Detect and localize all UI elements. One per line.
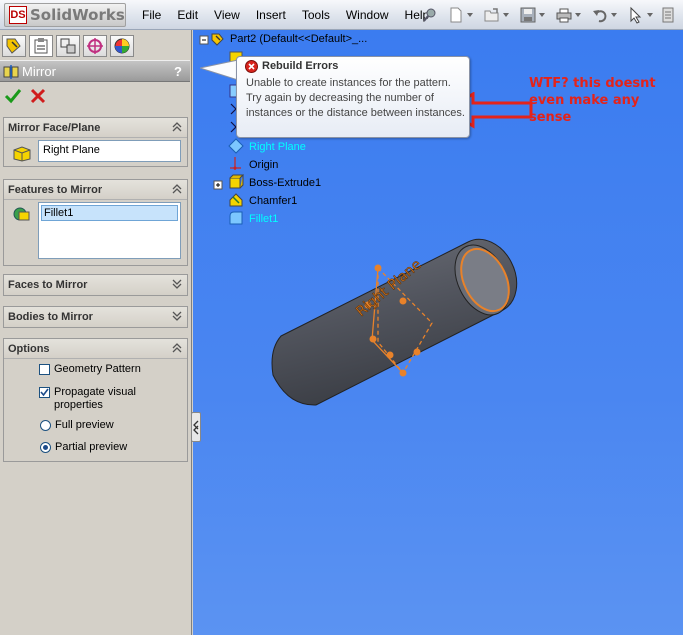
chevron-up-icon[interactable] — [171, 121, 183, 133]
panel-collapse-handle[interactable] — [191, 412, 201, 442]
print-dropdown-arrow[interactable] — [575, 13, 581, 17]
save-icon[interactable] — [519, 6, 537, 24]
pin-icon[interactable] — [421, 6, 439, 24]
propagate-visual-label-line2: properties — [54, 399, 103, 411]
tab-property-manager[interactable] — [29, 35, 53, 57]
group-header[interactable]: Bodies to Mirror — [4, 307, 187, 327]
new-document-icon[interactable] — [447, 6, 465, 24]
property-manager-icon — [34, 38, 48, 54]
group-bodies-to-mirror: Bodies to Mirror — [3, 306, 188, 328]
mirror-plane-field[interactable]: Right Plane — [38, 140, 181, 162]
property-manager-title: Mirror — [22, 64, 56, 79]
chevron-down-icon[interactable] — [171, 278, 183, 290]
group-faces-to-mirror: Faces to Mirror — [3, 274, 188, 296]
group-header[interactable]: Features to Mirror — [4, 180, 187, 200]
group-mirror-face-plane: Mirror Face/Plane Right Plane — [3, 117, 188, 167]
list-item-fillet1[interactable]: Fillet1 — [41, 205, 178, 221]
tab-display-manager[interactable] — [110, 35, 134, 57]
menu-tools[interactable]: Tools — [294, 8, 338, 22]
cancel-x-icon[interactable] — [29, 87, 47, 105]
chevron-left-icon — [193, 420, 199, 435]
propagate-visual-label: Propagate visual — [54, 386, 136, 398]
plane-face-icon — [13, 146, 31, 162]
ds-logo-icon: DS — [9, 6, 27, 24]
tooltip-pointer — [200, 59, 239, 81]
features-selection-icon — [13, 207, 30, 221]
group-options: Options Geometry Pattern Propagate visua… — [3, 338, 188, 462]
group-title: Features to Mirror — [8, 184, 103, 196]
select-pointer-icon[interactable] — [627, 6, 645, 24]
app-name: SolidWorks — [30, 6, 125, 24]
tab-configuration-manager[interactable] — [56, 35, 80, 57]
main-menu: File Edit View Insert Tools Window Help — [134, 0, 437, 30]
feature-tree-icon — [6, 38, 21, 54]
geometry-pattern-label: Geometry Pattern — [54, 363, 141, 375]
dimxpert-icon — [87, 38, 103, 54]
group-title: Options — [8, 343, 50, 355]
ok-checkmark-icon[interactable] — [4, 87, 22, 105]
tooltip-message: Unable to create instances for the patte… — [246, 77, 465, 119]
group-title: Mirror Face/Plane — [8, 122, 101, 134]
property-manager-panel: Mirror ? Mirror Face/Plane Right Plane F… — [0, 30, 192, 635]
user-annotation-text: WTF? this doesnt even make any sense — [529, 76, 656, 125]
group-title: Bodies to Mirror — [8, 311, 93, 323]
tab-feature-manager[interactable] — [2, 35, 26, 57]
configuration-icon — [60, 38, 76, 54]
full-preview-radio[interactable] — [40, 420, 51, 431]
help-button[interactable]: ? — [174, 64, 182, 79]
group-header[interactable]: Mirror Face/Plane — [4, 118, 187, 138]
panel-tab-strip — [0, 33, 192, 59]
menu-edit[interactable]: Edit — [169, 8, 206, 22]
chevron-down-icon[interactable] — [171, 310, 183, 322]
menu-view[interactable]: View — [206, 8, 248, 22]
menu-file[interactable]: File — [134, 8, 169, 22]
undo-dropdown-arrow[interactable] — [611, 13, 617, 17]
error-icon — [245, 60, 258, 73]
property-manager-header: Mirror ? — [0, 60, 190, 82]
mirror-feature-icon — [3, 65, 19, 79]
menu-insert[interactable]: Insert — [248, 8, 294, 22]
tab-dimxpert[interactable] — [83, 35, 107, 57]
menu-window[interactable]: Window — [338, 8, 397, 22]
rebuild-errors-tooltip: Rebuild Errors Unable to create instance… — [236, 56, 470, 138]
geometry-pattern-checkbox[interactable] — [39, 364, 50, 375]
chevron-up-icon[interactable] — [171, 342, 183, 354]
options-icon[interactable] — [661, 6, 675, 24]
cylinder-body[interactable] — [271, 236, 520, 406]
checkmark-icon — [40, 388, 49, 397]
select-dropdown-arrow[interactable] — [647, 13, 653, 17]
features-listbox[interactable]: Fillet1 — [38, 202, 181, 259]
display-manager-icon — [114, 38, 130, 54]
propagate-visual-checkbox[interactable] — [39, 387, 50, 398]
partial-preview-radio[interactable] — [40, 442, 51, 453]
full-preview-label: Full preview — [55, 419, 114, 431]
group-title: Faces to Mirror — [8, 279, 88, 291]
undo-icon[interactable] — [591, 6, 609, 24]
group-features-to-mirror: Features to Mirror Fillet1 — [3, 179, 188, 266]
open-dropdown-arrow[interactable] — [503, 13, 509, 17]
open-icon[interactable] — [483, 6, 501, 24]
group-header[interactable]: Faces to Mirror — [4, 275, 187, 295]
chevron-up-icon[interactable] — [171, 183, 183, 195]
save-dropdown-arrow[interactable] — [539, 13, 545, 17]
print-icon[interactable] — [555, 6, 573, 24]
new-dropdown-arrow[interactable] — [467, 13, 473, 17]
menu-bar: DS SolidWorks File Edit View Insert Tool… — [0, 0, 683, 30]
group-header[interactable]: Options — [4, 339, 187, 359]
partial-preview-label: Partial preview — [55, 441, 128, 453]
tooltip-title: Rebuild Errors — [262, 60, 339, 72]
solidworks-logo[interactable]: DS SolidWorks — [4, 3, 126, 27]
